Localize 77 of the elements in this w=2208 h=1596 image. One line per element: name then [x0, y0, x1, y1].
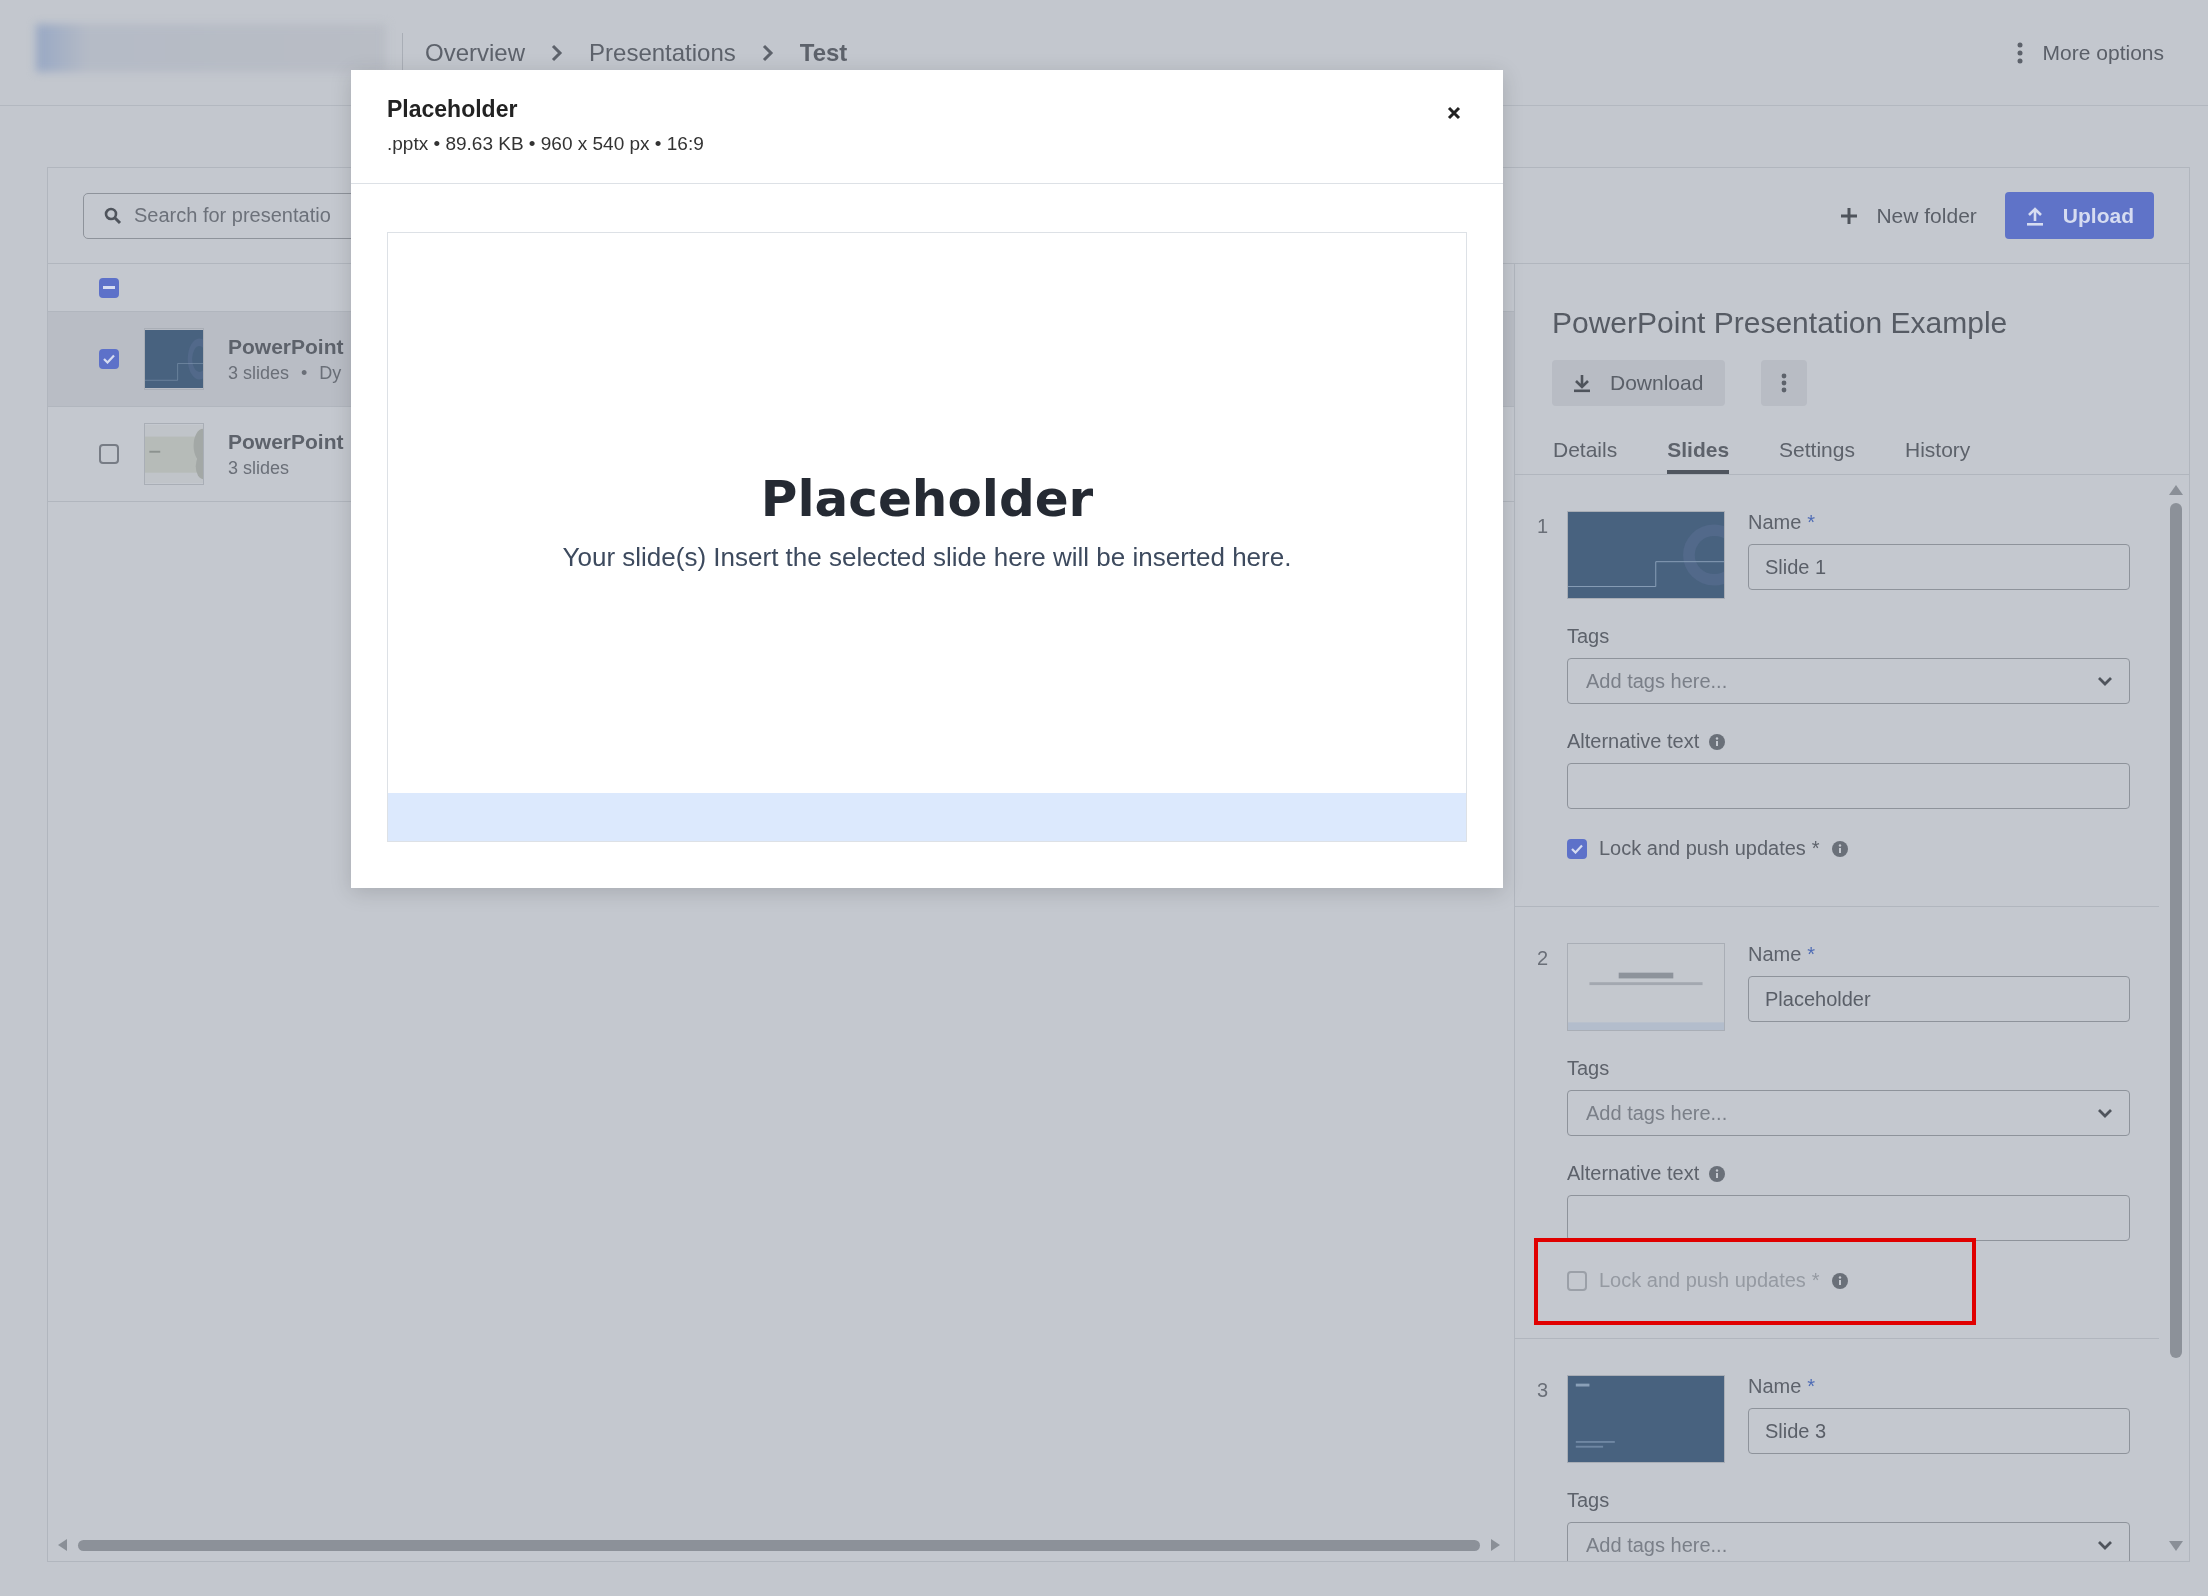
slide-number: 2: [1537, 947, 1550, 971]
tab[interactable]: Slides: [1667, 432, 1730, 474]
alt-text-field[interactable]: [1567, 763, 2130, 809]
info-icon: [1831, 840, 1848, 857]
close-icon: [1447, 106, 1461, 120]
new-folder-button[interactable]: New folder: [1826, 193, 1991, 238]
scroll-down-icon[interactable]: [2169, 1541, 2183, 1551]
lock-label: Lock and push updates: [1599, 837, 1806, 860]
field-label: Tags: [1567, 1489, 1611, 1512]
chevron-down-icon: [2097, 1540, 2113, 1550]
field-label: Tags: [1567, 625, 1611, 648]
presentation-title: PowerPoint: [228, 429, 344, 454]
slide-thumbnail: [145, 330, 203, 388]
field-label: Tags: [1567, 1057, 1611, 1080]
tab[interactable]: History: [1904, 432, 1971, 474]
scrollbar-thumb[interactable]: [78, 1539, 1480, 1551]
chevron-down-icon: [2097, 676, 2113, 686]
row-checkbox[interactable]: [99, 349, 119, 369]
slide-thumbnail: [145, 425, 203, 483]
slide-number: 1: [1537, 515, 1550, 539]
scrollbar-thumb[interactable]: [2170, 503, 2182, 1358]
check-icon: [1571, 843, 1583, 854]
download-icon: [1572, 373, 1592, 393]
required-mark: *: [1811, 1269, 1820, 1292]
separator-dot: •: [301, 362, 308, 384]
more-options-button[interactable]: More options: [2008, 32, 2172, 73]
tags-dropdown[interactable]: Add tags here...: [1567, 658, 2130, 704]
tags-dropdown[interactable]: Add tags here...: [1567, 1522, 2130, 1561]
required-mark: *: [1811, 837, 1820, 860]
presentation-title: PowerPoint: [228, 334, 344, 359]
scroll-left-icon[interactable]: [58, 1539, 68, 1551]
breadcrumb-link[interactable]: Presentations: [589, 38, 736, 67]
presentation-title: PowerPoint Presentation Example: [1552, 306, 2009, 340]
presentation-meta: 3 slides: [228, 457, 290, 479]
scroll-right-icon[interactable]: [1490, 1539, 1500, 1551]
kebab-icon: [2016, 41, 2023, 64]
lock-checkbox[interactable]: [1567, 838, 1587, 859]
chevron-right-icon: [551, 43, 564, 62]
field-label: Alternative text: [1567, 1162, 1700, 1185]
required-mark: *: [1807, 1375, 1816, 1398]
name-field[interactable]: Slide 3: [1748, 1408, 2130, 1454]
info-icon: [1709, 733, 1726, 750]
row-checkbox[interactable]: [99, 444, 119, 464]
required-mark: *: [1807, 943, 1816, 966]
alt-text-field[interactable]: [1567, 1195, 2130, 1241]
required-mark: *: [1807, 511, 1816, 534]
tab[interactable]: Details: [1553, 432, 1618, 474]
info-icon: [1831, 1272, 1848, 1289]
upload-button[interactable]: Upload: [2004, 192, 2154, 239]
field-label: Name: [1748, 943, 1802, 966]
slide-text: Your slide(s) Insert the selected slide here will be inserted here.: [562, 541, 1292, 573]
field-label: Alternative text: [1567, 730, 1700, 753]
field-label: Name: [1748, 1375, 1802, 1398]
slide-number: 3: [1537, 1379, 1550, 1403]
presentation-meta: 3 slides: [228, 362, 290, 384]
breadcrumb-link[interactable]: Test: [799, 38, 848, 67]
chevron-down-icon: [2097, 1108, 2113, 1118]
upload-icon: [2024, 205, 2045, 226]
plus-icon: [1840, 206, 1859, 225]
file-info: .pptx • 89.63 KB • 960 x 540 px • 16:9: [387, 133, 705, 155]
scroll-up-icon[interactable]: [2169, 485, 2183, 495]
field-label: Name: [1748, 511, 1802, 534]
check-icon: [103, 354, 115, 364]
name-field[interactable]: Slide 1: [1748, 544, 2130, 590]
presentation-meta: Dy: [319, 362, 342, 384]
tab[interactable]: Settings: [1779, 432, 1855, 474]
minus-icon: [103, 285, 115, 290]
more-actions-button[interactable]: [1761, 360, 1808, 406]
kebab-icon: [1781, 373, 1788, 393]
dialog-title: Placeholder: [387, 96, 519, 123]
select-all-checkbox[interactable]: [99, 277, 119, 298]
chevron-right-icon: [761, 43, 774, 62]
download-button[interactable]: Download: [1552, 360, 1726, 406]
search-icon: [104, 206, 122, 225]
slide-heading: Placeholder: [760, 469, 1094, 528]
breadcrumb-link[interactable]: Overview: [425, 38, 526, 67]
info-icon: [1709, 1165, 1726, 1182]
